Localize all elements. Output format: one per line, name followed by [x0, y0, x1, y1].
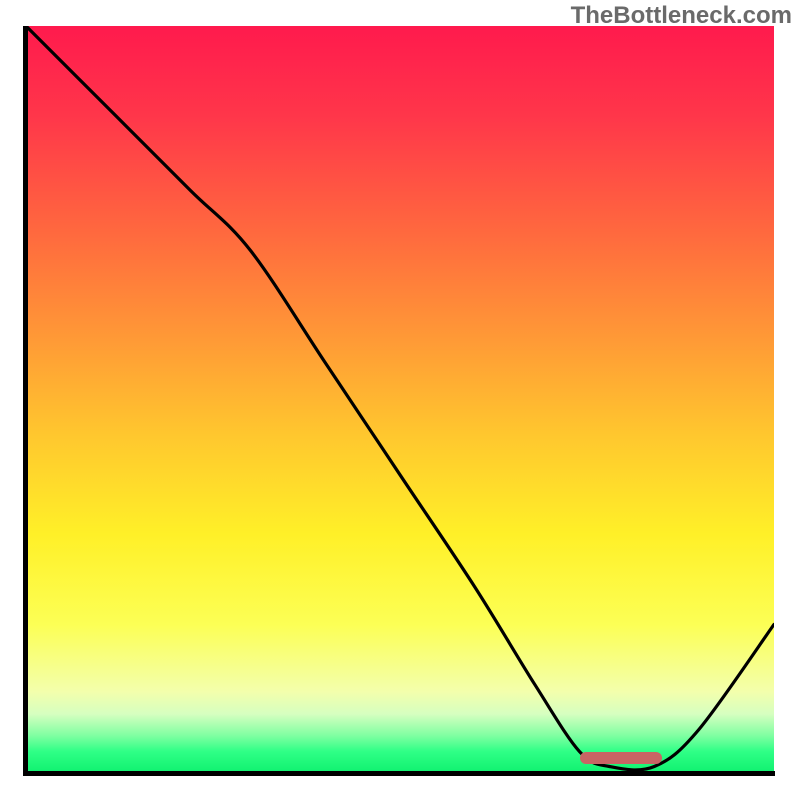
optimal-range-marker [580, 752, 662, 764]
bottleneck-curve [26, 26, 774, 774]
y-axis [23, 26, 28, 776]
plot-area [26, 26, 774, 774]
chart-container: TheBottleneck.com [0, 0, 800, 800]
x-axis [24, 771, 775, 776]
watermark-text: TheBottleneck.com [571, 2, 792, 30]
